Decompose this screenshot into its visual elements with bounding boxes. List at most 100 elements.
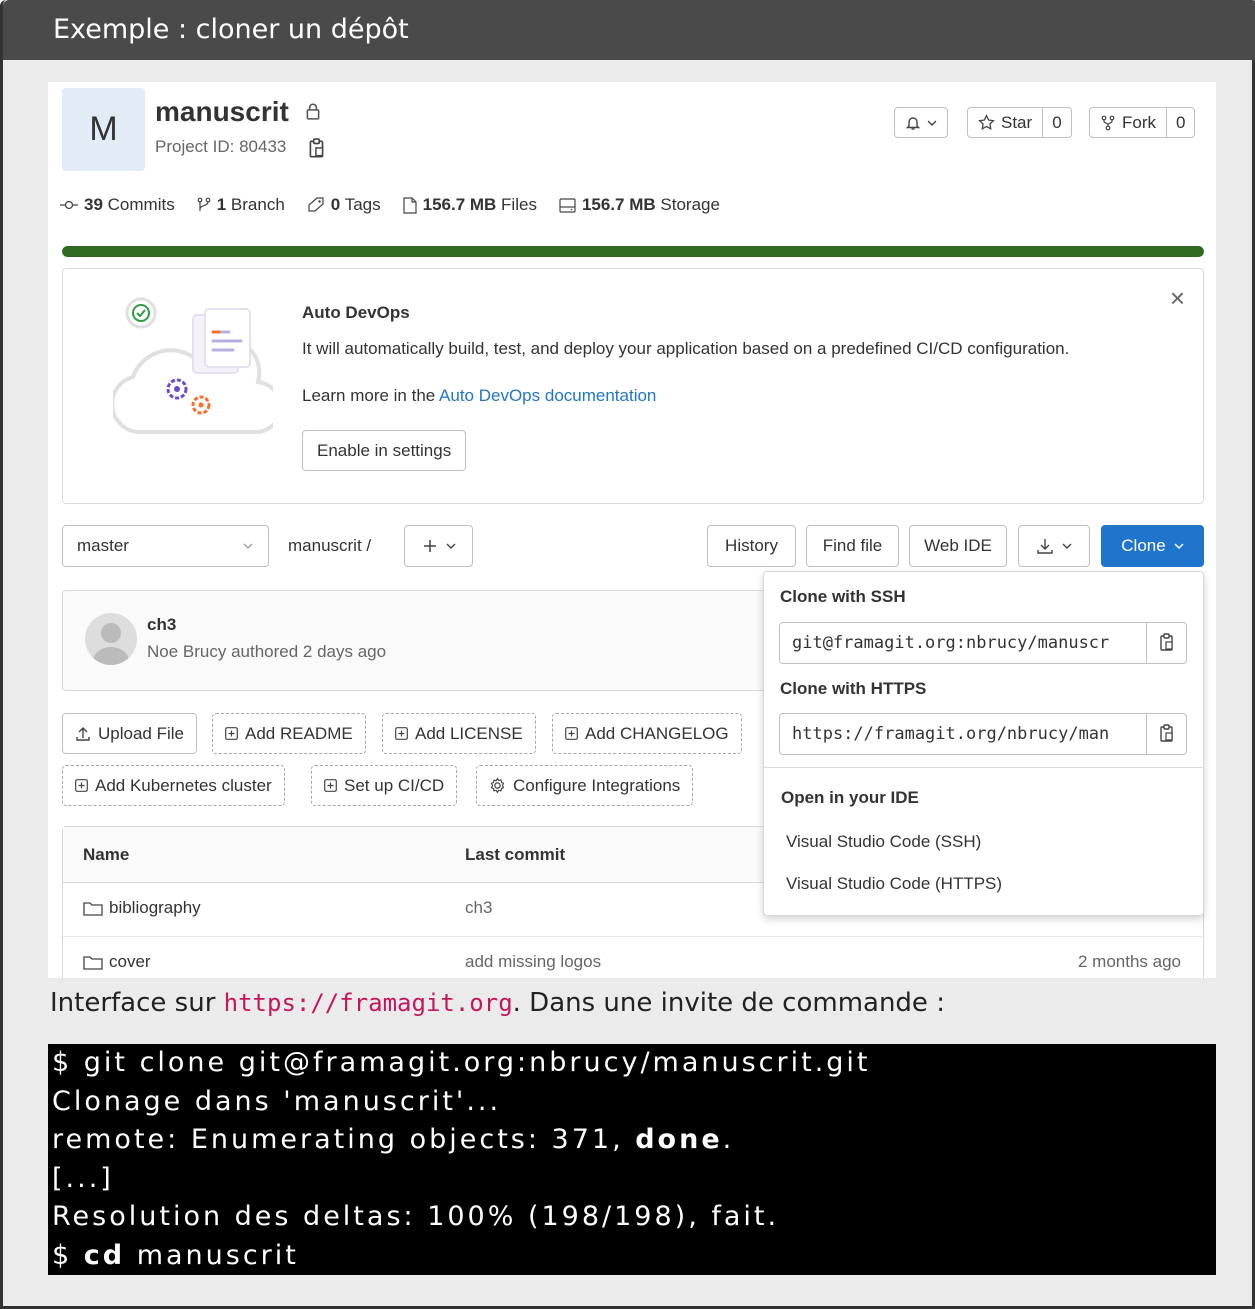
clone-label: Clone (1121, 536, 1166, 555)
copy-id-icon[interactable] (308, 138, 326, 160)
copy-https-button[interactable] (1146, 714, 1186, 754)
add-changelog-button[interactable]: Add CHANGELOG (552, 713, 742, 754)
setup-cicd-button[interactable]: Set up CI/CD (311, 765, 458, 806)
devops-learn-prefix: Learn more in the (302, 386, 440, 405)
add-license-button[interactable]: Add LICENSE (382, 713, 536, 754)
fork-button[interactable]: Fork 0 (1089, 107, 1196, 138)
add-file-dropdown[interactable] (404, 525, 473, 567)
terminal-line: Clonage dans 'manuscrit'... (52, 1085, 502, 1117)
project-name[interactable]: manuscrit (155, 96, 289, 128)
branch-count: 1 (216, 195, 227, 214)
add-kubernetes-button[interactable]: Add Kubernetes cluster (62, 765, 285, 806)
notification-button[interactable] (894, 107, 948, 138)
clone-ssh-field[interactable]: git@framagit.org:nbrucy/manuscr (779, 622, 1187, 664)
file-icon (403, 196, 417, 214)
author-avatar[interactable] (85, 613, 137, 665)
terminal-line: [...] (52, 1162, 114, 1194)
project-id: Project ID: 80433 (155, 137, 287, 156)
plus-square-icon (395, 727, 408, 740)
web-ide-button[interactable]: Web IDE (909, 525, 1007, 567)
file-name-cell[interactable]: cover (83, 952, 151, 972)
last-commit-box: ch3 Noe Brucy authored 2 days ago (62, 590, 822, 691)
clone-https-field[interactable]: https://framagit.org/nbrucy/man (779, 713, 1187, 755)
plus-square-icon (225, 727, 238, 740)
open-vscode-ssh[interactable]: Visual Studio Code (SSH) (786, 832, 981, 852)
frame-title: Exemple : cloner un dépôt (3, 0, 1255, 60)
branch-selector[interactable]: master (62, 525, 269, 567)
last-commit-cell[interactable]: add missing logos (465, 952, 601, 972)
close-icon[interactable]: × (1170, 283, 1185, 314)
configure-integrations-button[interactable]: Configure Integrations (476, 765, 694, 806)
storage-label: Storage (660, 195, 720, 214)
project-avatar: M (62, 88, 145, 171)
clone-ssh-url[interactable]: git@framagit.org:nbrucy/manuscr (780, 623, 1146, 663)
fork-icon (1101, 115, 1115, 130)
col-last-commit-header: Last commit (465, 845, 566, 864)
upload-label: Upload File (98, 723, 184, 743)
upload-icon (76, 726, 90, 741)
commits-stat[interactable]: 39 Commits (60, 195, 175, 215)
clone-ssh-label: Clone with SSH (780, 587, 906, 606)
copy-ssh-button[interactable] (1146, 623, 1186, 663)
file-name: bibliography (109, 898, 201, 917)
add-kubernetes-label: Add Kubernetes cluster (95, 775, 272, 795)
tags-stat[interactable]: 0 Tags (307, 195, 381, 215)
devops-docs-link[interactable]: Auto DevOps documentation (439, 386, 656, 405)
terminal-line6-suffix: manuscrit (125, 1239, 299, 1271)
add-readme-button[interactable]: Add README (212, 713, 366, 754)
plus-square-icon (75, 779, 88, 792)
lock-icon (306, 103, 320, 120)
branch-stat[interactable]: 1 Branch (197, 195, 285, 215)
upload-file-button[interactable]: Upload File (62, 713, 197, 754)
download-dropdown[interactable] (1018, 525, 1090, 567)
fork-count[interactable]: 0 (1166, 108, 1194, 137)
terminal-line3-bold: done (635, 1124, 723, 1155)
caption-url[interactable]: https://framagit.org (224, 989, 513, 1017)
gear-icon (490, 777, 505, 794)
files-stat[interactable]: 156.7 MB Files (403, 195, 537, 215)
terminal-line3-suffix: . (722, 1124, 735, 1155)
caption: Interface sur https://framagit.org. Dans… (50, 988, 945, 1018)
devops-description: It will automatically build, test, and d… (302, 339, 1070, 358)
table-row[interactable]: cover add missing logos 2 months ago (63, 937, 1203, 978)
terminal-line3-prefix: remote: Enumerating objects: 371, (52, 1124, 636, 1155)
clone-https-url[interactable]: https://framagit.org/nbrucy/man (780, 714, 1146, 754)
breadcrumb[interactable]: manuscrit / (288, 536, 371, 556)
clone-button[interactable]: Clone (1101, 525, 1204, 567)
star-count[interactable]: 0 (1042, 108, 1070, 137)
commit-icon (60, 200, 78, 210)
file-name-cell[interactable]: bibliography (83, 898, 201, 918)
last-commit-cell[interactable]: ch3 (465, 898, 492, 918)
commit-meta: Noe Brucy authored 2 days ago (147, 642, 387, 661)
file-name: cover (109, 952, 151, 971)
clipboard-icon (1159, 633, 1173, 651)
chevron-down-icon (1174, 543, 1184, 550)
commit-title[interactable]: ch3 (147, 615, 176, 635)
chevron-down-icon (243, 543, 253, 549)
fork-label: Fork (1122, 112, 1156, 132)
folder-icon (83, 955, 103, 970)
last-update-cell: 2 months ago (1077, 952, 1181, 971)
add-readme-label: Add README (245, 723, 353, 743)
download-icon (1037, 539, 1053, 554)
clipboard-icon (1159, 724, 1173, 742)
clone-dropdown: Clone with SSH git@framagit.org:nbrucy/m… (763, 571, 1204, 916)
terminal-line: remote: Enumerating objects: 371, done. (52, 1121, 1212, 1160)
gitlab-screenshot: M manuscrit Project ID: 80433 Star 0 For… (48, 82, 1216, 978)
caption-suffix: . Dans une invite de commande : (512, 988, 945, 1018)
branch-icon (197, 197, 211, 211)
setup-cicd-label: Set up CI/CD (344, 775, 445, 795)
chevron-down-icon (1062, 543, 1072, 549)
auto-devops-banner: Auto DevOps It will automatically build,… (62, 268, 1204, 504)
enable-in-settings-button[interactable]: Enable in settings (302, 430, 467, 471)
terminal-line6-prefix: $ (52, 1239, 84, 1271)
find-file-button[interactable]: Find file (806, 525, 899, 567)
configure-integrations-label: Configure Integrations (513, 775, 681, 795)
star-button[interactable]: Star 0 (967, 107, 1072, 138)
history-button[interactable]: History (707, 525, 796, 567)
add-license-label: Add LICENSE (415, 723, 523, 743)
chevron-down-icon (446, 543, 455, 549)
storage-stat[interactable]: 156.7 MB Storage (559, 195, 720, 215)
open-vscode-https[interactable]: Visual Studio Code (HTTPS) (786, 874, 1002, 894)
tags-count: 0 (330, 195, 341, 214)
